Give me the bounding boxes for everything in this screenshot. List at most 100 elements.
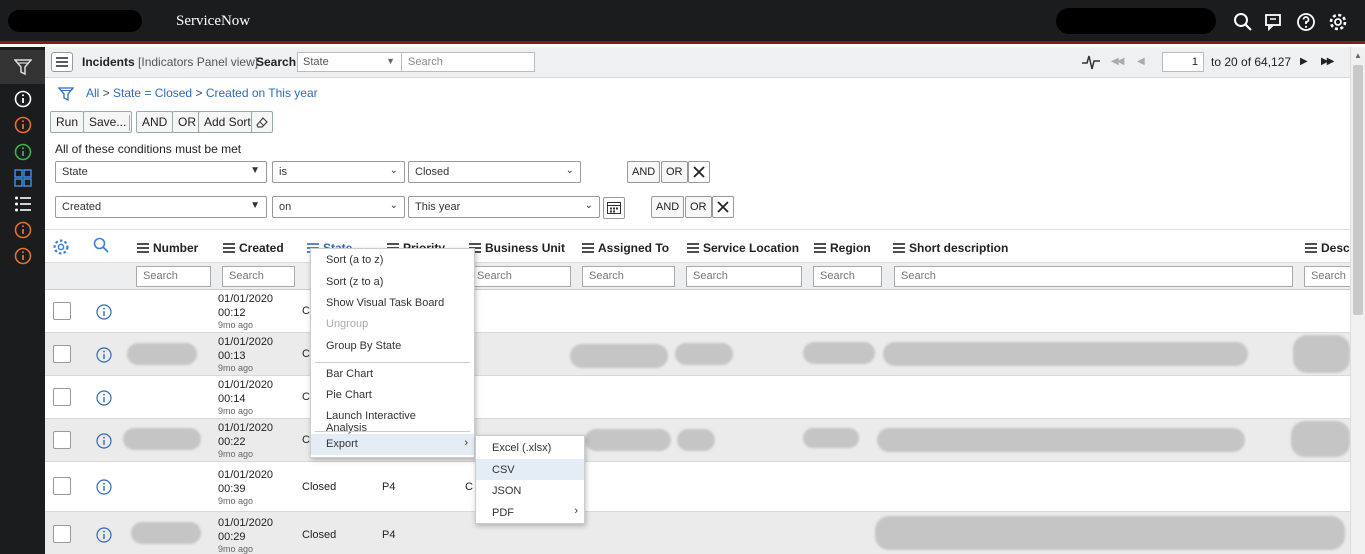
menu-bar-chart[interactable]: Bar Chart — [311, 364, 474, 385]
column-header-business-unit[interactable]: Business Unit — [469, 241, 565, 255]
list-icon[interactable] — [0, 192, 45, 216]
row-checkbox[interactable] — [53, 388, 71, 406]
condition-2-or-button[interactable]: OR — [685, 196, 712, 218]
condition-2-field-select[interactable]: Created ▼ — [55, 196, 267, 218]
chat-icon[interactable] — [1264, 12, 1284, 32]
info-icon[interactable] — [0, 87, 45, 111]
condition-1-and-button[interactable]: AND — [627, 161, 661, 183]
table-row[interactable]: 01/01/2020 00:12 9mo ago C — [45, 290, 1350, 333]
list-menu-button[interactable] — [51, 52, 73, 72]
redacted-user-name[interactable] — [1056, 8, 1216, 34]
clear-filter-button[interactable] — [251, 111, 273, 133]
breadcrumb-state[interactable]: State = Closed — [113, 86, 192, 100]
condition-2-and-button[interactable]: AND — [651, 196, 685, 218]
table-row[interactable]: 01/01/2020 00:13 9mo ago C — [45, 333, 1350, 376]
condition-2-remove-button[interactable] — [712, 196, 734, 218]
info-icon[interactable] — [96, 527, 112, 543]
breadcrumb-created[interactable]: Created on This year — [206, 86, 318, 100]
page-number-input[interactable]: 1 — [1162, 52, 1204, 72]
info-orange-icon-3[interactable] — [0, 244, 45, 268]
region-search-input[interactable]: Search — [813, 266, 882, 287]
vertical-scrollbar[interactable]: ▲ — [1350, 47, 1365, 554]
row-checkbox[interactable] — [53, 525, 71, 543]
help-icon[interactable] — [1296, 12, 1316, 32]
info-icon[interactable] — [96, 479, 112, 495]
number-search-input[interactable]: Search — [136, 266, 211, 287]
condition-1-remove-button[interactable] — [688, 161, 710, 183]
short-description-search-input[interactable]: Search — [894, 266, 1293, 287]
row-checkbox[interactable] — [53, 431, 71, 449]
info-orange-icon[interactable] — [0, 113, 45, 137]
column-header-number[interactable]: Number — [137, 241, 198, 255]
filter-funnel-icon[interactable] — [58, 86, 74, 102]
assigned-to-search-input[interactable]: Search — [582, 266, 675, 287]
condition-2-value-select[interactable]: This year ⌄ — [408, 196, 600, 218]
service-location-search-input[interactable]: Search — [686, 266, 802, 287]
info-icon[interactable] — [96, 347, 112, 363]
menu-sort-a-to-z[interactable]: Sort (a to z) — [311, 250, 474, 271]
dashboard-grid-icon[interactable] — [0, 166, 45, 190]
state-cell: C — [302, 305, 310, 317]
menu-sort-z-to-a[interactable]: Sort (z to a) — [311, 272, 474, 293]
brand-name[interactable]: ServiceNow — [176, 13, 250, 30]
search-icon[interactable] — [1233, 12, 1253, 32]
table-row[interactable]: 01/01/2020 00:14 9mo ago C — [45, 376, 1350, 419]
info-icon[interactable] — [96, 433, 112, 449]
activity-pulse-icon[interactable] — [1081, 53, 1101, 71]
gear-icon[interactable] — [52, 238, 70, 256]
export-pdf[interactable]: PDF › — [476, 502, 584, 523]
list-search-input[interactable]: Search — [401, 52, 535, 72]
description-search-input[interactable]: Search — [1304, 266, 1350, 287]
row-checkbox[interactable] — [53, 345, 71, 363]
search-field-select[interactable]: State ▼ — [297, 52, 402, 72]
condition-2-operator-select[interactable]: on ⌄ — [272, 196, 405, 218]
column-header-description[interactable]: Descri — [1305, 241, 1350, 255]
previous-page-icon[interactable]: ◀ — [1137, 56, 1145, 67]
info-orange-icon-2[interactable] — [0, 218, 45, 242]
table-row[interactable]: 01/01/2020 00:39 9mo ago Closed P4 C — [45, 462, 1350, 512]
condition-1-field-select[interactable]: State ▼ — [55, 161, 267, 183]
column-header-region[interactable]: Region — [814, 241, 871, 255]
column-header-service-location[interactable]: Service Location — [687, 241, 799, 255]
created-search-input[interactable]: Search — [222, 266, 295, 287]
business-unit-search-input[interactable]: Search — [470, 266, 571, 287]
column-header-short-description[interactable]: Short description — [893, 241, 1008, 255]
scroll-up-arrow-icon[interactable]: ▲ — [1354, 51, 1362, 60]
breadcrumb-all[interactable]: All — [86, 86, 99, 100]
menu-pie-chart[interactable]: Pie Chart — [311, 385, 474, 406]
table-row[interactable]: 01/01/2020 00:22 9mo ago C — [45, 419, 1350, 462]
and-button[interactable]: AND — [136, 111, 174, 133]
export-json[interactable]: JSON — [476, 480, 584, 501]
search-field-value: State — [303, 56, 329, 68]
created-date: 01/01/2020 — [218, 293, 274, 305]
column-header-created[interactable]: Created — [223, 241, 284, 255]
date-picker-button[interactable] — [603, 197, 625, 219]
menu-show-visual-task-board[interactable]: Show Visual Task Board — [311, 293, 474, 314]
info-icon[interactable] — [96, 304, 112, 320]
next-page-icon[interactable]: ▶ — [1300, 56, 1308, 67]
menu-launch-interactive-analysis[interactable]: Launch Interactive Analysis — [311, 406, 474, 434]
save-button[interactable]: Save... — [83, 111, 133, 133]
add-sort-button[interactable]: Add Sort — [198, 111, 257, 133]
condition-1-operator-select[interactable]: is ⌄ — [272, 161, 405, 183]
menu-group-by-state[interactable]: Group By State — [311, 336, 474, 357]
export-csv[interactable]: CSV — [476, 459, 584, 480]
info-icon[interactable] — [96, 390, 112, 406]
info-green-icon[interactable] — [0, 140, 45, 164]
gear-icon[interactable] — [1328, 12, 1348, 32]
filter-navigator-icon[interactable] — [0, 50, 45, 84]
scrollbar-thumb[interactable] — [1353, 65, 1363, 315]
first-page-icon[interactable]: ◀◀ — [1111, 56, 1124, 67]
last-page-icon[interactable]: ▶▶ — [1321, 56, 1334, 67]
condition-1-value-select[interactable]: Closed ⌄ — [408, 161, 581, 183]
menu-export[interactable]: Export › — [311, 434, 474, 455]
column-header-assigned-to[interactable]: Assigned To — [582, 241, 669, 255]
condition-1-or-button[interactable]: OR — [661, 161, 688, 183]
row-checkbox[interactable] — [53, 477, 71, 495]
table-row[interactable]: 01/01/2020 00:29 9mo ago Closed P4 — [45, 512, 1350, 554]
export-submenu: Excel (.xlsx) CSV JSON PDF › — [475, 435, 585, 524]
run-button[interactable]: Run — [50, 111, 85, 133]
export-excel[interactable]: Excel (.xlsx) — [476, 437, 584, 458]
search-icon[interactable] — [93, 237, 109, 253]
row-checkbox[interactable] — [53, 302, 71, 320]
